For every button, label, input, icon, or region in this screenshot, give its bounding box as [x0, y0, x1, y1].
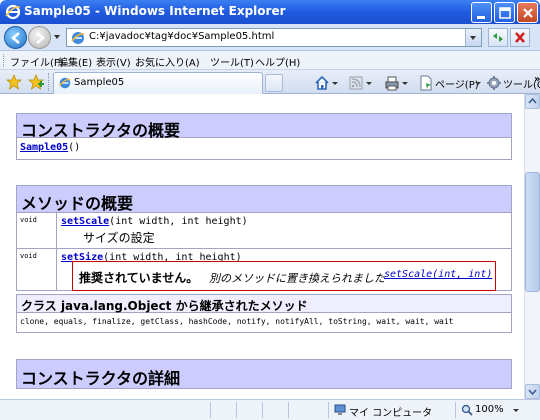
minimize-icon [477, 16, 485, 19]
scroll-down-button[interactable] [525, 384, 540, 399]
method-summary-header: メソッドの概要 [16, 185, 512, 213]
page-icon [420, 75, 432, 91]
close-icon [523, 8, 533, 18]
chevron-down-icon [366, 82, 372, 85]
maximize-button[interactable] [494, 2, 515, 23]
address-field[interactable]: C:¥javadoc¥tag¥doc¥Sample05.html [66, 28, 482, 47]
status-bar: マイ コンピュータ 100% [0, 399, 540, 420]
menu-help[interactable]: ヘルプ(H) [255, 54, 300, 69]
inherited-methods-list: clone, equals, finalize, getClass, hashC… [20, 317, 454, 326]
gear-icon [487, 76, 501, 90]
menu-bar: ファイル(F) 編集(E) 表示(V) お気に入り(A) ツール(T) ヘルプ(… [0, 51, 540, 70]
chevron-up-icon [528, 97, 537, 104]
table-row: void setScale(int width, int height) サイズ… [16, 213, 512, 249]
constructor-summary-header: コンストラクタの概要 [16, 113, 512, 140]
chevron-down-icon [528, 389, 537, 396]
close-button[interactable] [517, 2, 538, 23]
ie-page-icon [59, 77, 71, 89]
chevron-down-icon [475, 82, 481, 85]
menu-edit[interactable]: 編集(E) [58, 54, 92, 69]
chevron-down-icon [332, 82, 338, 85]
feeds-button[interactable] [348, 74, 374, 92]
ie-logo-icon [5, 4, 21, 20]
tools-menu-button[interactable]: ツール(O) [486, 74, 540, 92]
stop-button[interactable] [510, 28, 530, 47]
method-signature: setScale(int width, int height) [61, 216, 248, 227]
menu-grip[interactable] [3, 54, 5, 67]
stop-icon [515, 32, 525, 43]
refresh-icon [493, 33, 503, 42]
zoom-dropdown-icon[interactable] [511, 404, 521, 416]
method-params: (int width, int height) [109, 216, 248, 227]
tab-bar: Sample05 ページ(P) ツール(O) » [0, 70, 540, 94]
command-bar: ページ(P) ツール(O) » [296, 74, 540, 92]
scroll-up-button[interactable] [525, 94, 540, 109]
constructor-detail-header: コンストラクタの詳細 [16, 359, 512, 389]
menu-favorites[interactable]: お気に入り(A) [135, 54, 200, 69]
inherited-methods-title: クラス java.lang.Object から継承されたメソッド [21, 299, 308, 313]
new-tab-button[interactable] [265, 74, 283, 92]
chevron-down-icon [470, 36, 476, 40]
home-icon [315, 75, 329, 90]
inherited-methods-header: クラス java.lang.Object から継承されたメソッド [16, 294, 512, 313]
toolbar-chevron[interactable]: » [534, 74, 540, 92]
minimize-button[interactable] [471, 2, 492, 23]
vertical-scrollbar[interactable] [524, 94, 540, 399]
page-menu-label: ページ(P) [435, 80, 479, 91]
page-menu-button[interactable]: ページ(P) [418, 74, 481, 92]
refresh-button[interactable] [488, 28, 508, 47]
method-summary-title: メソッドの概要 [21, 194, 134, 213]
favorites-star-icon[interactable] [6, 74, 22, 90]
ie-page-icon [71, 32, 85, 44]
tab-sample05[interactable]: Sample05 [53, 72, 263, 94]
forward-button[interactable] [28, 26, 51, 49]
address-bar: C:¥javadoc¥tag¥doc¥Sample05.html [0, 24, 540, 51]
address-dropdown-button[interactable] [465, 29, 481, 46]
method-modifier: void [20, 252, 37, 260]
back-arrow-icon [11, 32, 20, 44]
address-url: C:¥javadoc¥tag¥doc¥Sample05.html [89, 31, 275, 42]
deprecated-notice: 推奨されていません。 別のメソッドに置き換えられました setScale(int… [72, 261, 496, 291]
tab-separator [48, 73, 50, 91]
menu-file[interactable]: ファイル(F) [10, 54, 64, 69]
window-title: Sample05 - Windows Internet Explorer [24, 4, 286, 18]
history-dropdown-icon[interactable] [52, 30, 62, 44]
add-favorite-icon[interactable] [28, 74, 44, 90]
maximize-icon [499, 7, 511, 19]
method-link-setscale[interactable]: setScale [61, 216, 109, 227]
menu-view[interactable]: 表示(V) [96, 54, 131, 69]
constructor-link[interactable]: Sample05 [20, 142, 68, 153]
constructor-args: () [68, 142, 81, 153]
inherited-methods-row: clone, equals, finalize, getClass, hashC… [16, 313, 512, 333]
constructor-summary-row: Sample05() [16, 138, 512, 160]
constructor-detail-title: コンストラクタの詳細 [21, 369, 181, 388]
print-icon [385, 76, 399, 91]
page-content: コンストラクタの概要 Sample05() メソッドの概要 void setSc… [0, 94, 524, 399]
tab-label: Sample05 [74, 77, 125, 88]
method-description: サイズの設定 [83, 231, 155, 245]
back-button[interactable] [4, 26, 27, 49]
menu-tools[interactable]: ツール(T) [210, 54, 254, 69]
forward-arrow-icon [36, 32, 45, 44]
deprecated-replacement-link[interactable]: setScale(int, int) [384, 269, 492, 280]
title-bar: Sample05 - Windows Internet Explorer [0, 0, 540, 24]
scroll-thumb[interactable] [525, 172, 540, 292]
method-modifier: void [20, 216, 37, 224]
deprecated-text: 別のメソッドに置き換えられました [209, 272, 385, 285]
print-button[interactable] [384, 74, 410, 92]
zoom-level[interactable]: 100% [475, 404, 504, 415]
chevron-down-icon [402, 82, 408, 85]
home-button[interactable] [314, 74, 340, 92]
feeds-icon [349, 76, 363, 90]
zoom-icon[interactable] [461, 404, 473, 416]
security-zone-label: マイ コンピュータ [349, 408, 433, 419]
deprecated-label: 推奨されていません。 [79, 271, 199, 285]
computer-zone-icon [334, 404, 346, 415]
